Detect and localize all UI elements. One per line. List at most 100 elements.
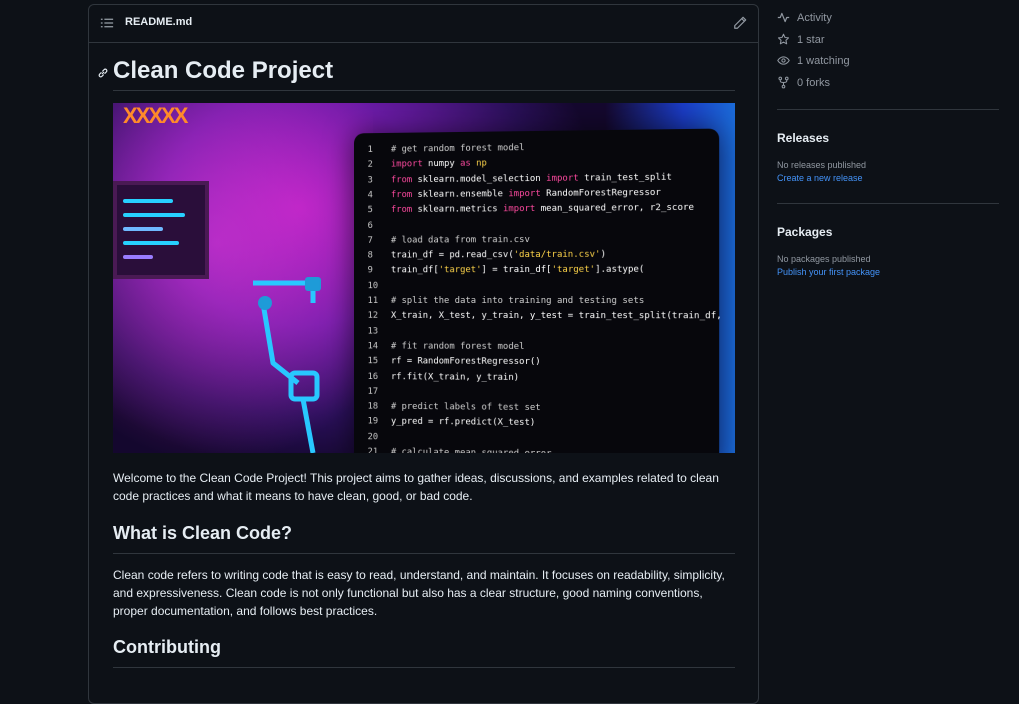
star-icon [777,33,790,45]
line-number: 19 [367,416,379,427]
code-token: rf = RandomForestRegressor() [390,356,541,368]
hero-code-line: 19 y_pred = rf.predict(X_test) [368,417,536,429]
code-token: np [470,158,487,169]
line-number: 12 [367,311,379,322]
code-token: # get random forest model [390,143,525,155]
hero-code-line: 16 rf.fit(X_train, y_train) [368,372,520,383]
pencil-icon[interactable] [733,16,747,30]
code-token: 'data/train.csv' [513,249,601,261]
readme-content: Clean Code Project XXXXX 1 # get random … [98,43,735,668]
hero-code-line: 7 # load data from train.csv [368,235,530,246]
line-number: 10 [367,280,379,291]
readme-panel: README.md Clean Code Project XXXXX 1 # g… [88,4,759,704]
code-token: rf.fit(X_train, y_train) [390,371,520,383]
hero-code-line: 15 rf = RandomForestRegressor() [368,356,541,367]
sidebar-divider [777,109,999,110]
hero-code-line: 21 # calculate mean squared error [368,447,552,453]
code-token: 'target' [551,265,596,276]
hero-code-line: 13 [368,326,391,336]
code-token: import [502,204,536,215]
watching-link[interactable]: 1 watching [777,54,850,67]
code-token: train_test_split [578,172,672,184]
line-number: 5 [367,205,373,216]
section-paragraph: Clean code refers to writing code that i… [113,568,725,618]
code-token: 'target' [438,265,482,276]
code-token: import [390,159,423,170]
line-number: 6 [367,220,373,231]
line-number: 2 [367,160,373,171]
readme-header: README.md [89,5,758,43]
code-token: # calculate mean squared error [391,447,552,453]
stars-link[interactable]: 1 star [777,33,825,46]
hero-code-line: 5 from sklearn.metrics import mean_square… [368,203,694,215]
hero-code-line: 12 X_train, X_test, y_train, y_test = tra… [368,311,722,321]
hero-code-line: 20 [368,432,391,442]
hero-code-line: 17 [368,387,391,397]
line-number: 9 [367,265,373,276]
code-token: ) [600,249,606,260]
contributing-heading: Contributing [113,637,221,657]
activity-link[interactable]: Activity [777,11,832,24]
code-token: # fit random forest model [390,341,525,352]
releases-heading[interactable]: Releases [777,131,829,145]
code-token: train_df = pd.read_csv( [390,250,514,261]
hero-code-line: 2 import numpy as np [368,159,487,170]
code-token: import [508,188,541,200]
code-token: numpy [422,159,461,170]
code-token: sklearn.ensemble [412,189,509,200]
line-number: 11 [367,296,379,306]
line-number: 7 [367,235,373,246]
hero-code-line: 8 train_df = pd.read_csv('data/train.csv'… [368,250,606,261]
line-number: 4 [367,190,373,201]
hero-code-line: 3 from sklearn.model_selection import tra… [368,172,672,185]
page-title: Clean Code Project [113,57,334,84]
hero-image: XXXXX 1 # get random forest model 2 import … [113,103,735,453]
hero-code-line: 9 train_df['target'] = train_df['target']… [368,265,645,276]
hero-code-line: 14 # fit random forest model [368,341,525,351]
line-number: 16 [367,371,379,382]
code-token: RandomForestRegressor [540,187,661,199]
forks-link[interactable]: 0 forks [777,76,830,89]
code-token: import [546,173,579,184]
line-number: 3 [367,175,373,186]
publish-package-link[interactable]: Publish your first package [777,267,880,277]
hero-code-line: 11 # split the data into training and tes… [368,296,645,306]
hero-zigzag-decoration: XXXXX [123,103,188,128]
line-number: 14 [367,341,379,352]
pulse-icon [777,12,790,23]
hero-monitor-left [113,181,209,279]
hero-code-line: 18 # predict labels of test set [368,402,541,413]
line-number: 20 [367,431,379,442]
code-token: ] = train_df[ [481,265,552,276]
watching-label: 1 watching [797,54,850,67]
line-number: 18 [367,401,379,412]
code-token: mean_squared_error, r2_score [535,202,695,215]
title-row: Clean Code Project [98,57,735,91]
packages-heading[interactable]: Packages [777,225,832,239]
robot-arm-illustration [253,277,321,453]
hero-code-line: 10 [368,281,391,291]
hero-code-line: 1 # get random forest model [368,143,525,155]
create-release-link[interactable]: Create a new release [777,173,863,183]
hero-code-panel: 1 # get random forest model 2 import numpy … [353,128,722,453]
intro-paragraph: Welcome to the Clean Code Project! This … [113,471,719,503]
code-token: sklearn.model_selection [412,173,547,185]
code-token: # load data from train.csv [390,234,530,246]
sidebar-divider [777,203,999,204]
fork-icon [778,76,789,89]
releases-empty-text: No releases published [777,160,867,170]
code-token: y_pred = rf.predict(X_test) [390,417,536,429]
hero-code-line: 6 [367,220,391,231]
code-token: from [390,174,413,185]
stars-label: 1 star [797,33,825,46]
code-token: # split the data into training and testi… [390,295,645,307]
line-number: 21 [367,447,379,453]
outline-list-icon[interactable] [100,16,114,30]
hero-code-line: 4 from sklearn.ensemble import RandomFore… [368,188,661,200]
line-number: 13 [367,326,379,337]
code-token: train_df[ [390,265,439,276]
code-token: X_train, X_test, y_train, y_test = train… [390,311,722,322]
readme-file-name[interactable]: README.md [125,16,192,28]
code-token: ].astype( [595,265,645,276]
link-anchor-icon[interactable] [97,67,109,79]
